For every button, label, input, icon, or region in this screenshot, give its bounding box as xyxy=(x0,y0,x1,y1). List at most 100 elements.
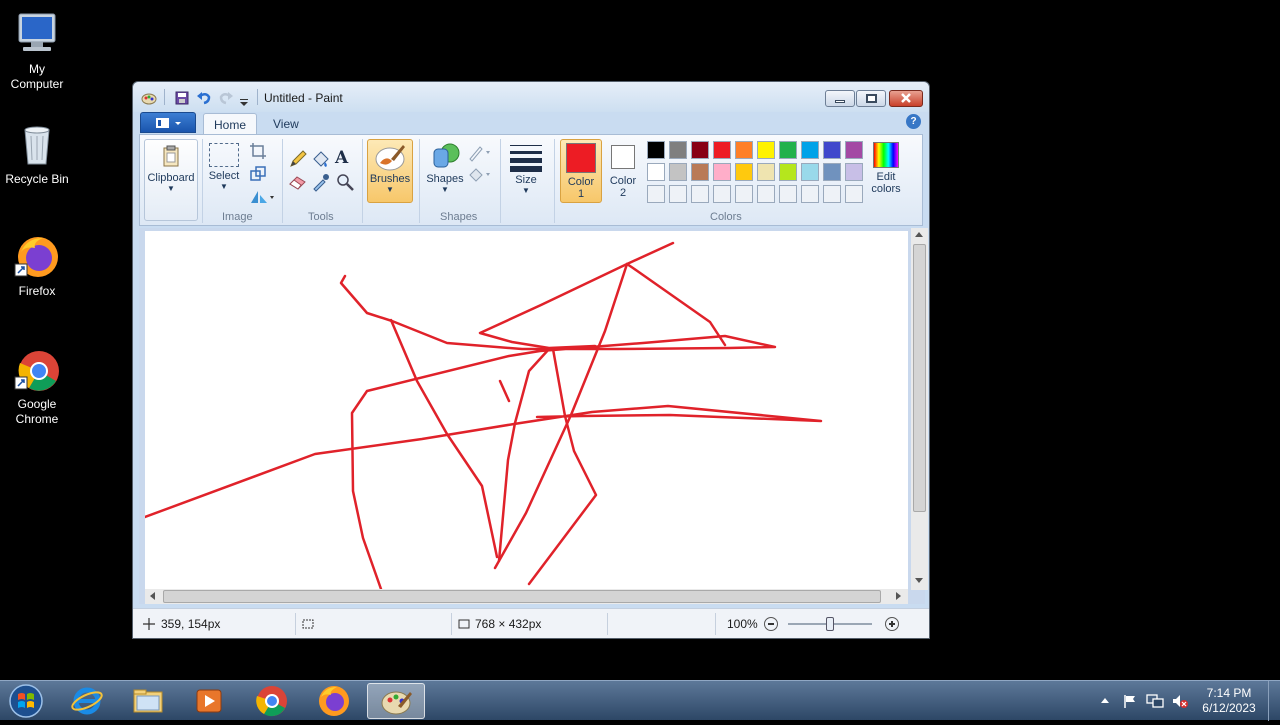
desktop-icon-recycle-bin[interactable]: Recycle Bin xyxy=(0,120,74,187)
shape-fill-icon[interactable] xyxy=(466,165,492,185)
horizontal-scroll-thumb[interactable] xyxy=(163,590,881,603)
palette-swatch[interactable] xyxy=(823,163,841,181)
paint-menu-button[interactable] xyxy=(140,112,196,133)
taskbar-internet-explorer[interactable] xyxy=(58,683,116,719)
palette-swatch[interactable] xyxy=(845,141,863,159)
palette-swatch[interactable] xyxy=(757,163,775,181)
taskbar-paint[interactable] xyxy=(367,683,425,719)
color1-button[interactable]: Color 1 xyxy=(560,139,602,203)
color2-button[interactable]: Color 2 xyxy=(604,139,642,199)
start-button[interactable] xyxy=(6,682,46,720)
palette-swatch[interactable] xyxy=(647,163,665,181)
select-button[interactable]: Select ▼ xyxy=(206,139,242,191)
group-separator xyxy=(202,139,203,223)
magnifier-icon[interactable] xyxy=(335,172,355,192)
palette-swatch[interactable] xyxy=(669,141,687,159)
outline-icon[interactable] xyxy=(466,143,492,163)
title-bar[interactable]: Untitled - Paint xyxy=(133,82,929,112)
palette-swatch[interactable] xyxy=(845,163,863,181)
show-desktop-button[interactable] xyxy=(1268,681,1280,721)
crop-icon[interactable] xyxy=(248,141,268,161)
palette-swatch[interactable] xyxy=(713,141,731,159)
palette-swatch[interactable] xyxy=(713,163,731,181)
palette-swatch[interactable] xyxy=(691,141,709,159)
vertical-scrollbar[interactable] xyxy=(911,228,928,590)
taskbar-file-explorer[interactable] xyxy=(119,683,177,719)
palette-swatch-empty[interactable] xyxy=(713,185,731,203)
drawing-strokes xyxy=(145,241,823,589)
palette-swatch-empty[interactable] xyxy=(757,185,775,203)
pencil-icon[interactable] xyxy=(288,149,308,169)
zoom-slider-thumb[interactable] xyxy=(826,617,834,631)
palette-swatch-empty[interactable] xyxy=(779,185,797,203)
palette-swatch[interactable] xyxy=(691,163,709,181)
palette-swatch-empty[interactable] xyxy=(845,185,863,203)
network-icon[interactable] xyxy=(1146,693,1164,709)
edit-colors-button[interactable]: Edit colors xyxy=(864,139,908,195)
customize-quick-access-icon[interactable] xyxy=(239,94,249,106)
action-center-flag-icon[interactable] xyxy=(1122,693,1138,709)
desktop-icon-my-computer[interactable]: My Computer xyxy=(0,10,74,92)
zoom-slider[interactable] xyxy=(788,617,872,631)
scroll-right-icon[interactable] xyxy=(896,592,901,600)
scroll-up-icon[interactable] xyxy=(915,232,923,237)
vertical-scroll-thumb[interactable] xyxy=(913,244,926,512)
brushes-button[interactable]: Brushes ▼ xyxy=(367,139,413,203)
shapes-button[interactable]: Shapes ▼ xyxy=(424,139,466,194)
scroll-left-icon[interactable] xyxy=(150,592,155,600)
drawing-canvas[interactable] xyxy=(145,231,908,589)
clock[interactable]: 7:14 PM 6/12/2023 xyxy=(1196,686,1262,716)
palette-swatch-empty[interactable] xyxy=(735,185,753,203)
palette-swatch[interactable] xyxy=(735,141,753,159)
redo-icon[interactable] xyxy=(218,90,234,106)
dropdown-arrow-icon: ▼ xyxy=(441,185,449,194)
paint-app-icon[interactable] xyxy=(141,90,157,106)
taskbar-firefox[interactable] xyxy=(305,683,363,719)
palette-swatch[interactable] xyxy=(757,141,775,159)
clipboard-button[interactable]: Clipboard ▼ xyxy=(144,139,198,221)
maximize-button[interactable] xyxy=(856,90,886,107)
scroll-down-icon[interactable] xyxy=(915,578,923,583)
close-icon xyxy=(901,93,911,103)
horizontal-scrollbar[interactable] xyxy=(145,589,908,604)
tab-home[interactable]: Home xyxy=(203,113,258,135)
palette-swatch[interactable] xyxy=(779,163,797,181)
palette-swatch[interactable] xyxy=(647,141,665,159)
palette-swatch-empty[interactable] xyxy=(823,185,841,203)
palette-swatch-empty[interactable] xyxy=(669,185,687,203)
text-icon[interactable]: A xyxy=(335,148,355,168)
show-hidden-icons-button[interactable] xyxy=(1101,698,1109,703)
undo-icon[interactable] xyxy=(196,90,212,106)
size-button[interactable]: Size ▼ xyxy=(506,139,546,195)
taskbar-chrome[interactable] xyxy=(243,683,301,719)
palette-swatch[interactable] xyxy=(823,141,841,159)
fill-icon[interactable] xyxy=(311,149,331,169)
palette-swatch[interactable] xyxy=(801,163,819,181)
palette-swatch[interactable] xyxy=(801,141,819,159)
save-icon[interactable] xyxy=(174,90,190,106)
close-button[interactable] xyxy=(889,90,923,107)
rotate-icon[interactable] xyxy=(248,187,276,207)
palette-swatch[interactable] xyxy=(735,163,753,181)
desktop-icon-chrome[interactable]: Google Chrome xyxy=(0,345,74,427)
eraser-icon[interactable] xyxy=(288,172,308,192)
volume-muted-icon[interactable] xyxy=(1171,693,1189,709)
palette-swatch-empty[interactable] xyxy=(801,185,819,203)
resize-icon[interactable] xyxy=(248,164,268,184)
zoom-in-button[interactable] xyxy=(885,617,899,631)
help-icon[interactable]: ? xyxy=(906,114,921,129)
palette-swatch[interactable] xyxy=(669,163,687,181)
desktop-icon-firefox[interactable]: Firefox xyxy=(0,232,74,299)
color1-number: 1 xyxy=(577,188,585,200)
palette-swatch[interactable] xyxy=(779,141,797,159)
minimize-button[interactable] xyxy=(825,90,855,107)
tab-view[interactable]: View xyxy=(263,113,309,135)
group-separator xyxy=(282,139,283,223)
zoom-out-button[interactable] xyxy=(764,617,778,631)
palette-swatch-empty[interactable] xyxy=(647,185,665,203)
palette-swatch-empty[interactable] xyxy=(691,185,709,203)
divider xyxy=(715,613,716,635)
color-picker-icon[interactable] xyxy=(311,172,331,192)
clipboard-icon xyxy=(163,145,179,167)
taskbar-media-player[interactable] xyxy=(180,683,238,719)
